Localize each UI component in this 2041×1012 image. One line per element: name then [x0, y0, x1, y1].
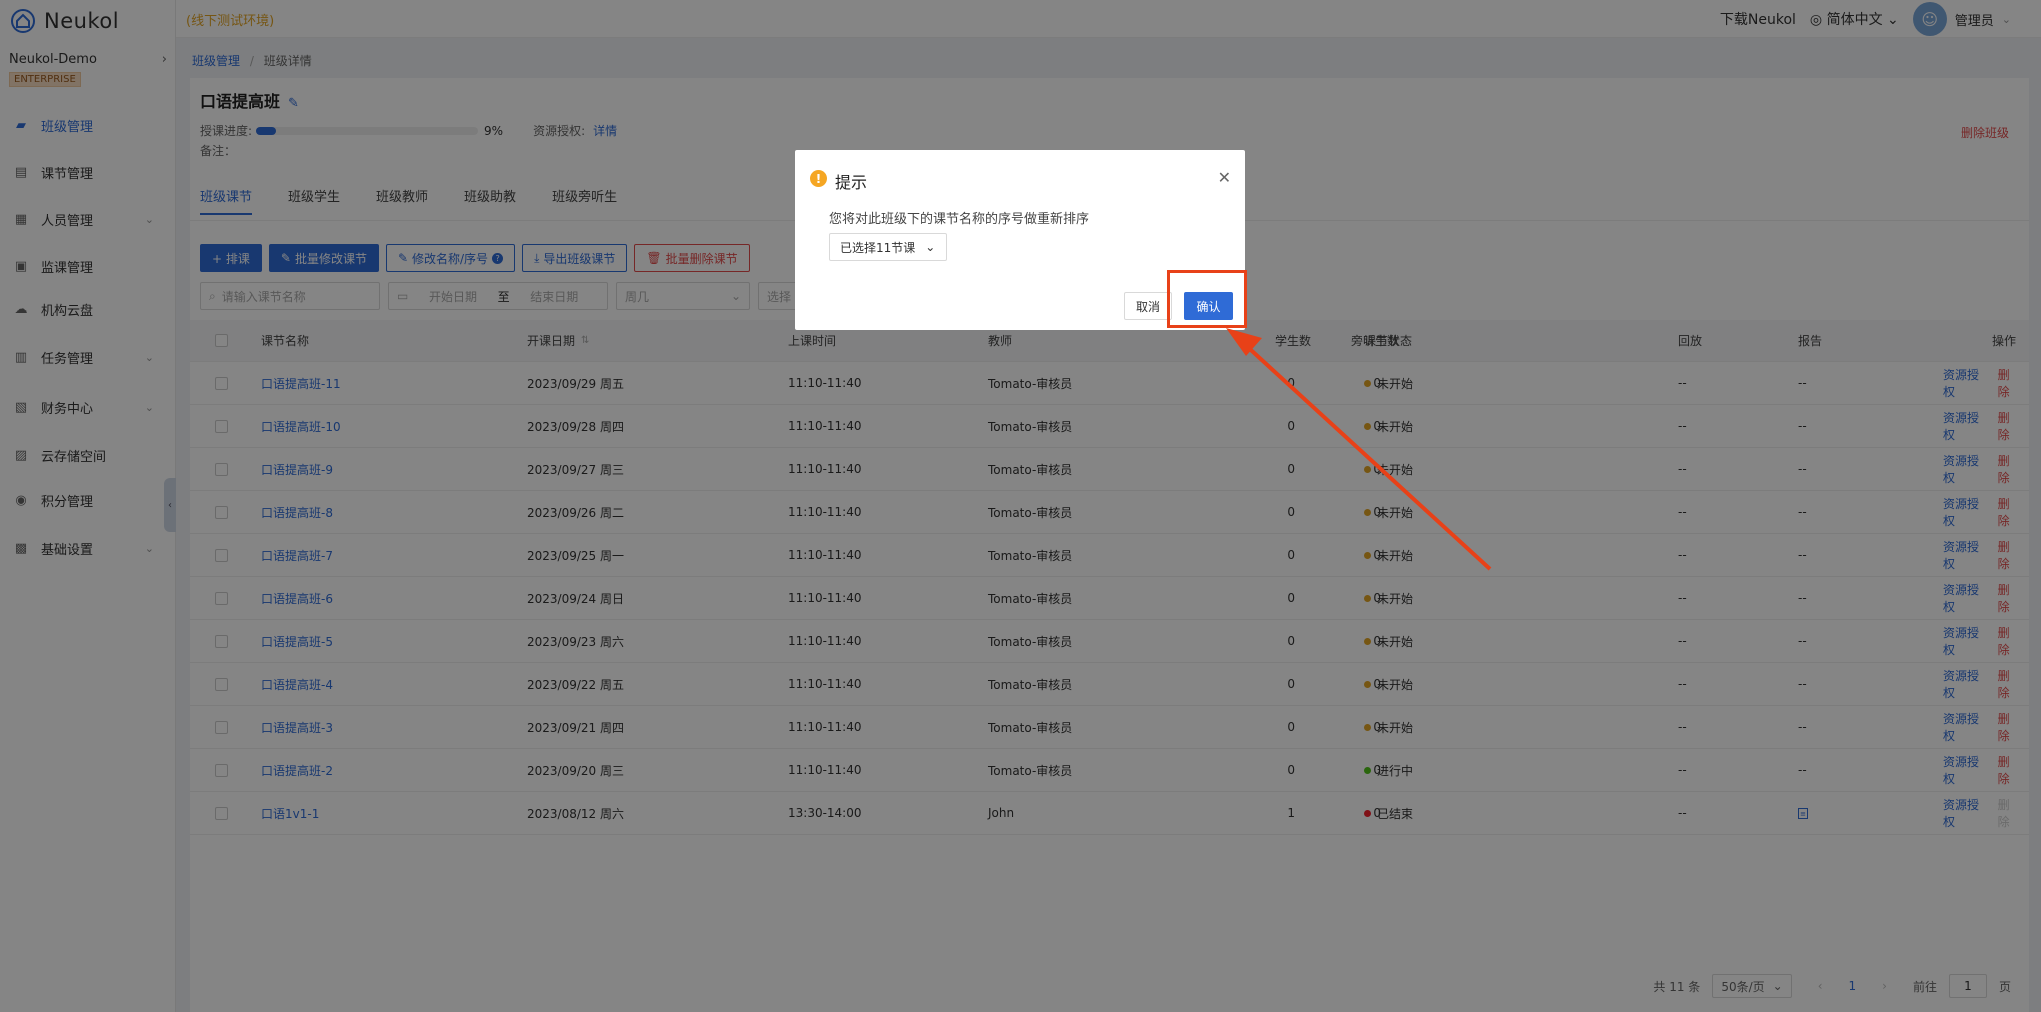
dialog-message: 您将对此班级下的课节名称的序号做重新排序	[829, 212, 1090, 227]
warning-icon: !	[810, 170, 827, 187]
chevron-down-icon: ⌄	[925, 240, 936, 254]
close-icon[interactable]: ✕	[1218, 168, 1231, 187]
highlight-box	[1167, 270, 1247, 328]
lesson-count-select[interactable]: 已选择11节课 ⌄	[829, 233, 947, 261]
dialog-title: 提示	[835, 173, 868, 192]
cancel-button[interactable]: 取消	[1124, 292, 1172, 320]
lesson-count-value: 已选择11节课	[840, 240, 916, 255]
